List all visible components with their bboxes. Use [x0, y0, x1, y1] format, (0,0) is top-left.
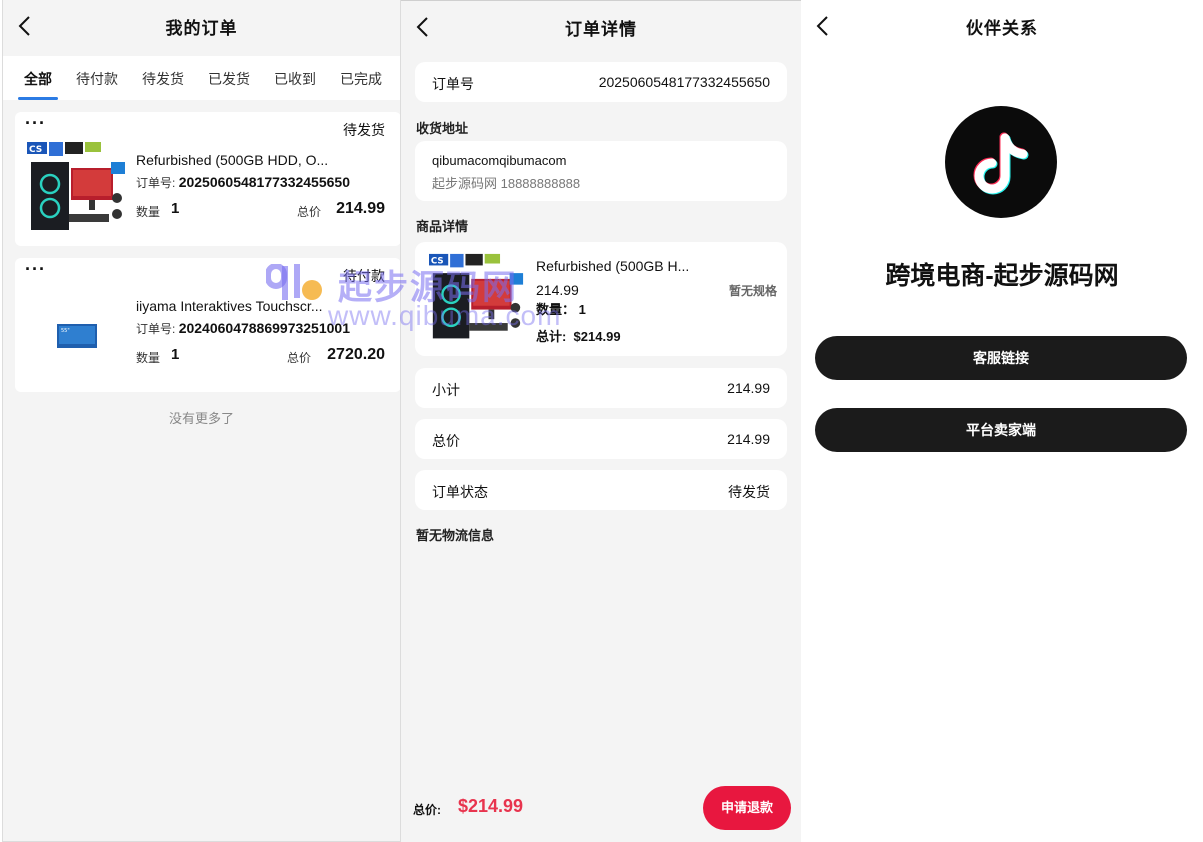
goods-price: 214.99	[536, 282, 579, 298]
order-tabs: 全部 待付款 待发货 已发货 已收到 已完成	[3, 56, 400, 100]
total-label: 总价	[287, 351, 312, 365]
app-stage: 我的订单 全部 待付款 待发货 已发货 已收到 已完成 ··· 待发货 CS R…	[0, 0, 1203, 842]
quantity-label: 数量	[136, 205, 161, 219]
order-detail-screen: 订单详情 订单号 2025060548177332455650 收货地址 qib…	[401, 0, 801, 842]
goods-name: Refurbished (500GB H...	[536, 258, 690, 274]
order-number-row: 订单号 2025060548177332455650	[415, 62, 787, 102]
tab-completed[interactable]: 已完成	[340, 69, 382, 89]
tab-shipped[interactable]: 已发货	[208, 69, 250, 89]
orders-nav-bar: 我的订单	[3, 0, 400, 50]
order-status-row: 订单状态 待发货	[415, 470, 787, 510]
order-number: 订单号: 2025060548177332455650	[136, 174, 350, 191]
goods-quantity: 数量： 1	[536, 302, 586, 317]
product-name: Refurbished (500GB HDD, O...	[136, 152, 329, 168]
goods-spec: 暂无规格	[728, 284, 777, 298]
total-value: 214.99	[336, 200, 385, 217]
subtotal-value: 214.99	[727, 380, 770, 396]
svg-text:CS: CS	[431, 257, 444, 267]
quantity-value: 1	[171, 200, 180, 217]
bottom-total-label: 总价:	[413, 803, 441, 817]
bottom-total-value: $214.99	[458, 796, 524, 816]
order-status-value: 待发货	[728, 484, 770, 500]
product-name: iiyama Interaktives Touchscr...	[136, 298, 323, 314]
order-status-label: 订单状态	[432, 484, 488, 500]
order-card[interactable]: ··· 待发货 CS Refurbished (500GB HDD, O... …	[15, 112, 400, 246]
tab-pending-payment[interactable]: 待付款	[76, 69, 118, 89]
total-label: 总价	[432, 433, 460, 449]
svg-text:55": 55"	[61, 328, 70, 334]
address-name: qibumacomqibumacom	[432, 153, 567, 168]
subtotal-label: 小计	[432, 382, 460, 398]
more-options-icon[interactable]: ···	[25, 114, 46, 132]
page-title: 伙伴关系	[966, 19, 1038, 38]
order-number-label: 订单号:	[136, 322, 176, 336]
total-value: 2720.20	[327, 346, 385, 363]
request-refund-button[interactable]: 申请退款	[703, 786, 791, 830]
goods-card: CS Refurbished (500GB H... 214.99 暂无规格 数…	[415, 242, 787, 356]
detail-nav-bar: 订单详情	[401, 1, 801, 51]
partner-nav-bar: 伙伴关系	[801, 0, 1203, 50]
tab-received[interactable]: 已收到	[274, 69, 316, 89]
order-number: 订单号: 2024060478869973251001	[136, 320, 350, 337]
order-status: 待发货	[343, 122, 385, 138]
tab-pending-shipment[interactable]: 待发货	[142, 69, 184, 89]
tab-all[interactable]: 全部	[24, 69, 52, 89]
order-number-value: 2024060478869973251001	[178, 320, 350, 336]
address-section-title: 收货地址	[416, 121, 469, 136]
svg-text:CS: CS	[29, 145, 42, 155]
gaming-pc-product-image: CS	[25, 140, 129, 240]
order-status: 待付款	[343, 268, 385, 284]
tiktok-logo-icon	[945, 106, 1057, 218]
order-number-label: 订单号:	[136, 176, 176, 190]
goods-section-title: 商品详情	[416, 219, 469, 234]
no-more-text: 没有更多了	[168, 411, 234, 426]
address-card: qibumacomqibumacom 起步源码网 18888888888	[415, 141, 787, 201]
address-contact: 起步源码网 18888888888	[432, 176, 581, 191]
total-row: 总价 214.99	[415, 419, 787, 459]
orders-screen: 我的订单 全部 待付款 待发货 已发货 已收到 已完成 ··· 待发货 CS R…	[2, 0, 401, 842]
active-tab-indicator	[18, 97, 58, 100]
order-number-label: 订单号	[432, 76, 474, 92]
order-card[interactable]: ··· 待付款 55" iiyama Interaktives Touchscr…	[15, 258, 400, 392]
total-label: 总价	[297, 205, 322, 219]
quantity-value: 1	[171, 346, 180, 363]
total-value: 214.99	[727, 431, 770, 447]
more-options-icon[interactable]: ···	[25, 260, 46, 278]
page-title: 订单详情	[565, 20, 637, 39]
seller-platform-button[interactable]: 平台卖家端	[815, 408, 1187, 452]
touch-display-product-image: 55"	[25, 286, 129, 386]
logistics-info: 暂无物流信息	[416, 528, 495, 543]
page-title: 我的订单	[165, 19, 238, 38]
partner-screen: 伙伴关系 跨境电商-起步源码网 客服链接 平台卖家端	[801, 0, 1203, 842]
gaming-pc-product-image: CS	[427, 252, 527, 348]
order-number-value: 2025060548177332455650	[598, 74, 770, 90]
order-number-value: 2025060548177332455650	[178, 174, 350, 190]
brand-name: 跨境电商-起步源码网	[885, 262, 1119, 290]
customer-service-button[interactable]: 客服链接	[815, 336, 1187, 380]
goods-total: 总计: $214.99	[536, 329, 621, 344]
subtotal-row: 小计 214.99	[415, 368, 787, 408]
quantity-label: 数量	[136, 351, 161, 365]
